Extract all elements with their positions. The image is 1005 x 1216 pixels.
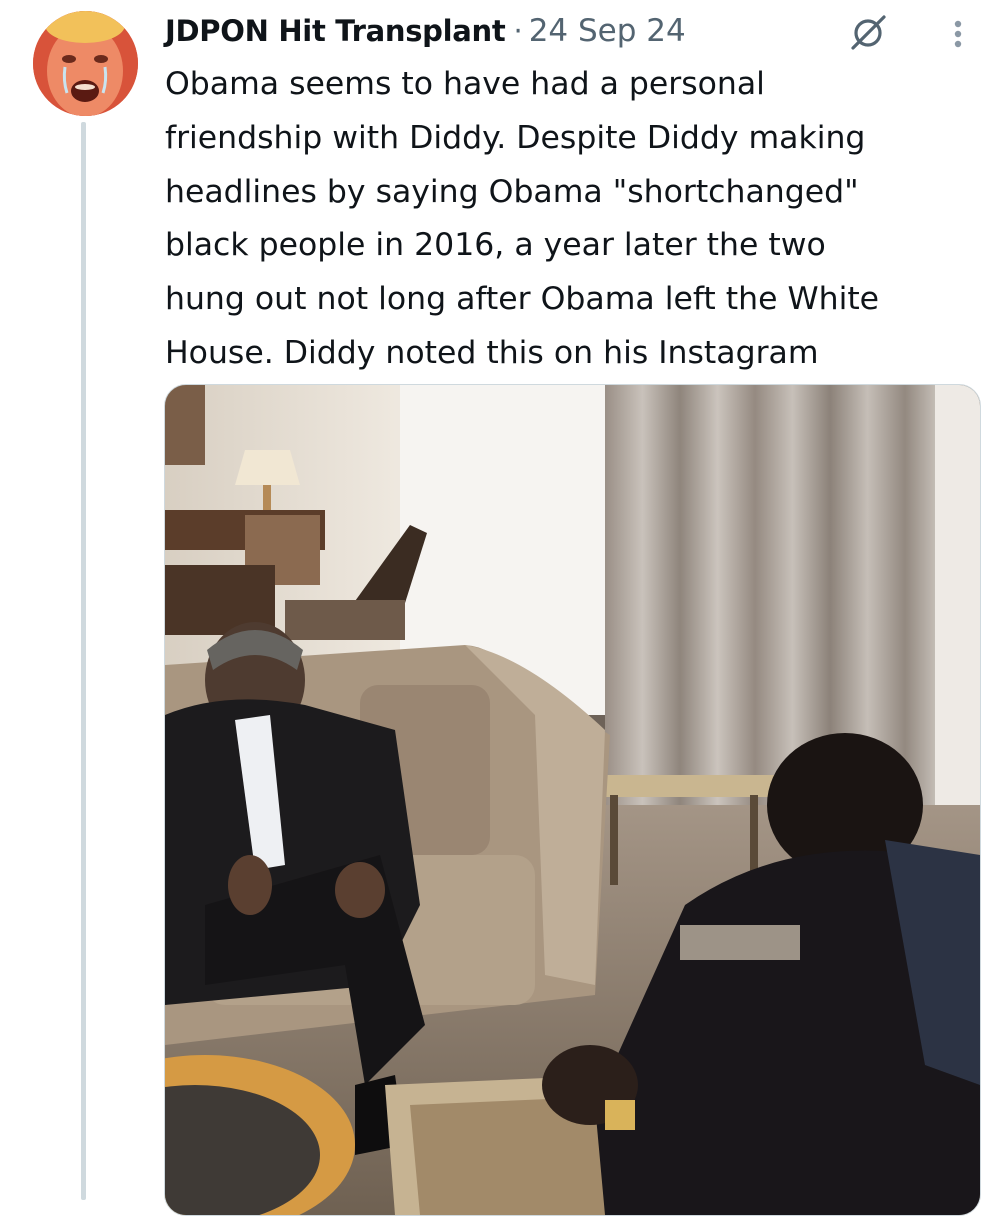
tweet-text-line: House. Diddy noted this on his Instagram bbox=[165, 334, 819, 371]
tweet-media-photo[interactable] bbox=[164, 384, 981, 1216]
author-display-name[interactable]: JDPON Hit Transplant bbox=[165, 14, 506, 48]
tweet-timestamp[interactable]: 24 Sep 24 bbox=[529, 13, 686, 49]
tweet-text-line: friendship with Diddy. Despite Diddy mak… bbox=[165, 119, 866, 156]
thread-line bbox=[81, 122, 86, 1200]
tweet[interactable]: JDPON Hit Transplant · 24 Sep 24 Obama s… bbox=[0, 0, 1005, 1216]
more-icon[interactable] bbox=[944, 16, 972, 52]
tweet-text-line: Obama seems to have had a personal bbox=[165, 66, 765, 102]
photo-image bbox=[165, 385, 980, 1215]
tweet-header: JDPON Hit Transplant · 24 Sep 24 bbox=[165, 8, 686, 54]
separator-dot: · bbox=[513, 14, 523, 48]
avatar-icon bbox=[33, 11, 138, 116]
tweet-text: Obama seems to have had a personal frien… bbox=[165, 58, 975, 381]
tweet-text-line: headlines by saying Obama "shortchanged" bbox=[165, 173, 859, 210]
grok-icon[interactable] bbox=[846, 12, 892, 52]
tweet-text-line: hung out not long after Obama left the W… bbox=[165, 281, 880, 318]
avatar[interactable] bbox=[33, 11, 138, 116]
tweet-text-line: black people in 2016, a year later the t… bbox=[165, 227, 826, 264]
